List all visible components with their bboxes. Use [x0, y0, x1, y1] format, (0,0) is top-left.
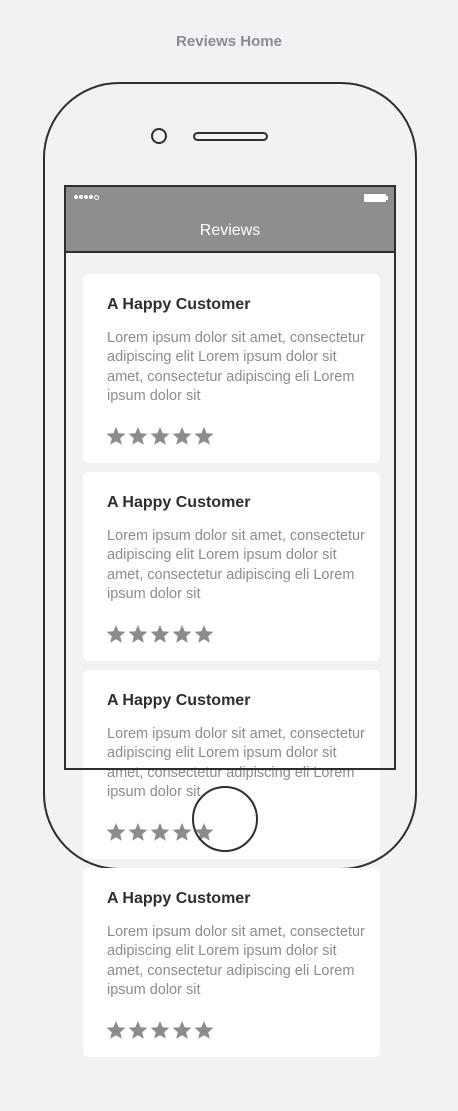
camera-icon — [151, 128, 167, 144]
review-title: A Happy Customer — [107, 890, 251, 907]
page-title: Reviews Home — [176, 33, 282, 50]
home-button[interactable] — [192, 786, 258, 852]
star-icon — [172, 1021, 192, 1039]
star-rating — [106, 1020, 214, 1040]
star-icon — [194, 1021, 214, 1039]
speaker-icon — [193, 132, 268, 141]
review-card[interactable]: A Happy Customer Lorem ipsum dolor sit a… — [83, 868, 380, 1057]
review-body: Lorem ipsum dolor sit amet, consectetur … — [107, 924, 365, 998]
star-icon — [128, 1021, 148, 1039]
star-icon — [150, 1021, 170, 1039]
star-icon — [128, 823, 148, 841]
star-icon — [106, 1021, 126, 1039]
star-icon — [106, 823, 126, 841]
phone-screen — [64, 185, 396, 770]
star-icon — [172, 823, 192, 841]
star-icon — [150, 823, 170, 841]
